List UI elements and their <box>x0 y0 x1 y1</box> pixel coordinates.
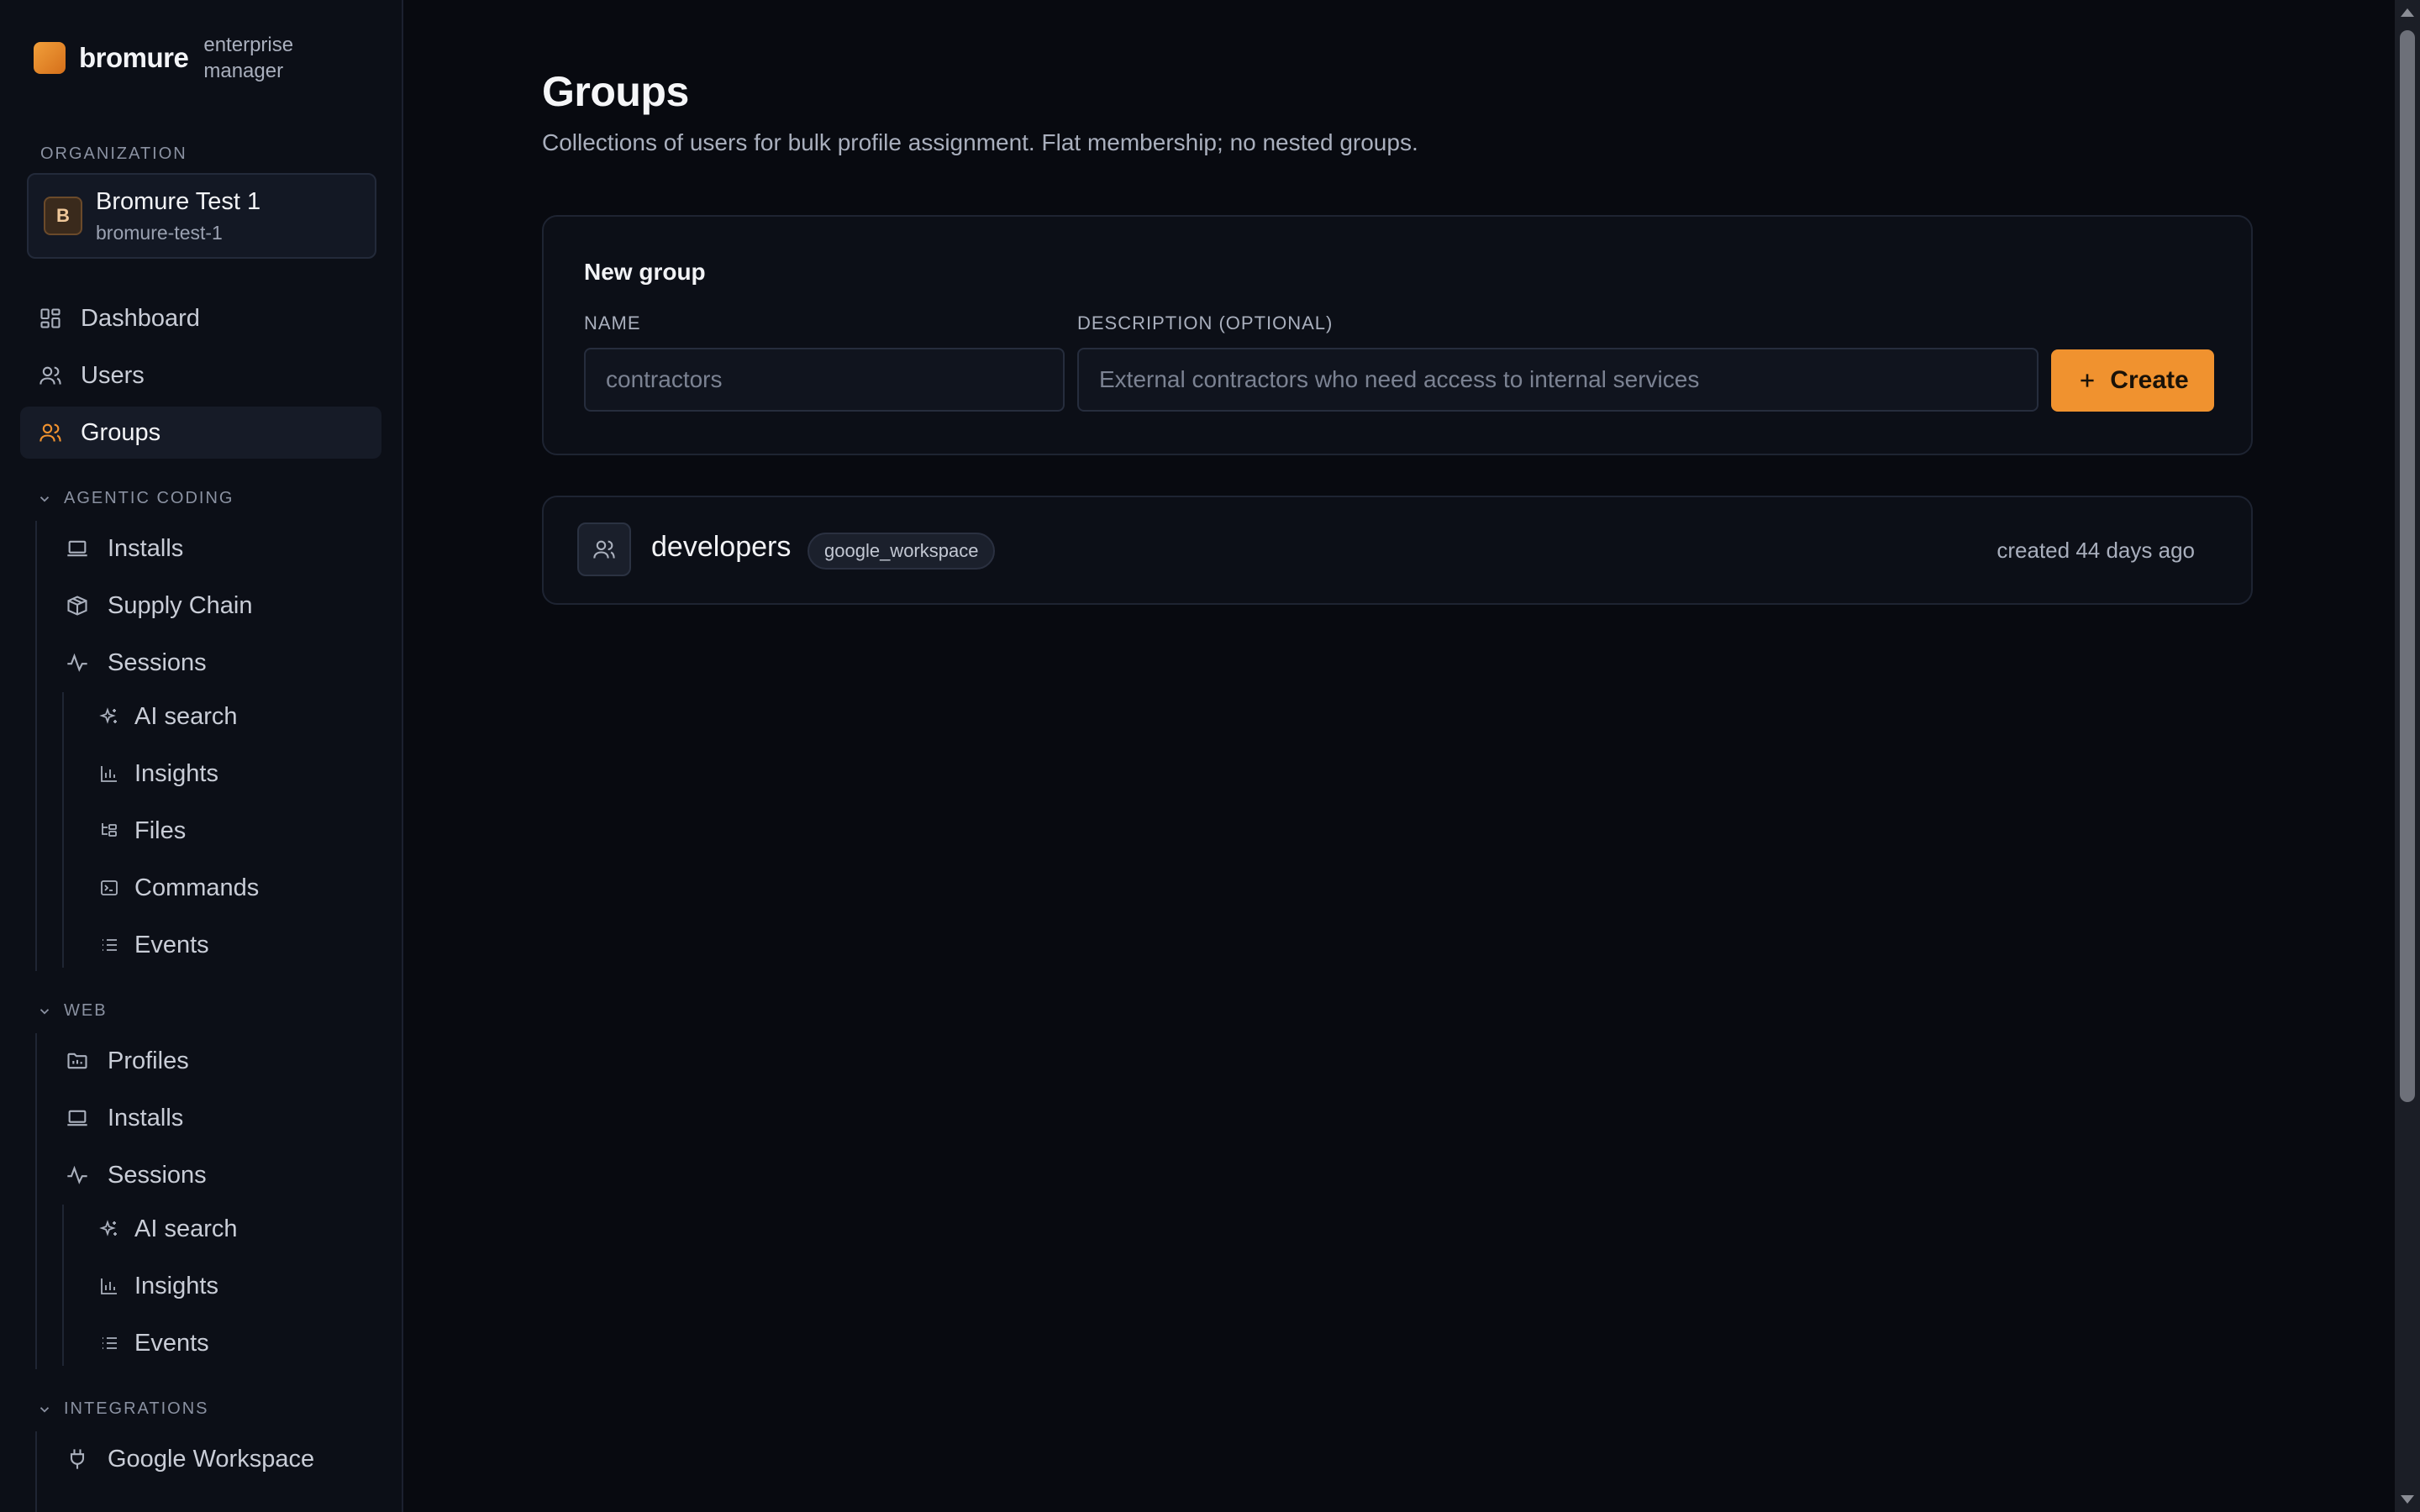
brand-subtitle: enterprise manager <box>203 34 294 82</box>
sidebar-item-label: Insights <box>134 1272 218 1299</box>
sidebar-item-agentic-ai-search[interactable]: AI search <box>99 690 376 743</box>
organization-avatar: B <box>44 197 82 235</box>
page-subtitle: Collections of users for bulk profile as… <box>542 129 1418 155</box>
sidebar-item-agentic-insights[interactable]: Insights <box>99 748 376 800</box>
sidebar-item-web-sessions[interactable]: Sessions <box>66 1149 376 1201</box>
subsection-divider <box>62 692 64 968</box>
section-divider <box>35 1431 37 1512</box>
sidebar-item-label: Groups <box>81 418 161 446</box>
sidebar-item-label: Insights <box>134 759 218 787</box>
integrations-section-toggle[interactable]: INTEGRATIONS <box>37 1399 209 1419</box>
description-label: DESCRIPTION (OPTIONAL) <box>1077 312 1334 333</box>
sidebar-item-google-workspace[interactable]: Google Workspace <box>66 1433 376 1485</box>
section-label: WEB <box>64 1001 108 1020</box>
list-icon <box>99 935 119 955</box>
sidebar-item-supply-chain[interactable]: Supply Chain <box>66 580 376 632</box>
section-divider <box>35 1033 37 1369</box>
activity-icon <box>66 651 89 675</box>
sidebar-item-label: Supply Chain <box>108 591 253 619</box>
activity-icon <box>66 1163 89 1187</box>
page-title: Groups <box>542 68 689 115</box>
sidebar-item-web-profiles[interactable]: Profiles <box>66 1035 376 1087</box>
section-label: INTEGRATIONS <box>64 1399 209 1418</box>
agentic-coding-section-toggle[interactable]: AGENTIC CODING <box>37 489 234 508</box>
terminal-icon <box>99 878 119 898</box>
sidebar-item-web-events[interactable]: Events <box>99 1317 376 1369</box>
sidebar-item-groups[interactable]: Groups <box>20 407 381 459</box>
dashboard-icon <box>39 307 62 330</box>
sidebar-item-label: Sessions <box>108 1161 207 1189</box>
sidebar: bromure enterprise manager ORGANIZATION … <box>0 0 403 1512</box>
organization-name: Bromure Test 1 <box>96 188 261 215</box>
folder-icon <box>66 1049 89 1073</box>
group-name-input[interactable] <box>584 348 1065 412</box>
chevron-down-icon <box>39 496 50 502</box>
scroll-up-icon[interactable] <box>2401 8 2414 17</box>
new-group-card: New group <box>542 215 2253 455</box>
sidebar-item-label: Dashboard <box>81 304 200 332</box>
plus-icon <box>2081 374 2094 387</box>
sidebar-item-label: Events <box>134 931 209 958</box>
brand[interactable]: bromure enterprise manager <box>34 32 304 84</box>
new-group-title: New group <box>584 259 706 285</box>
name-label: NAME <box>584 312 641 333</box>
chevron-down-icon <box>39 1406 50 1413</box>
group-source-badge: google_workspace <box>808 533 996 570</box>
organization-slug: bromure-test-1 <box>96 222 223 244</box>
list-icon <box>99 1333 119 1353</box>
package-icon <box>66 594 89 617</box>
sidebar-item-web-ai-search[interactable]: AI search <box>99 1203 376 1255</box>
sparkles-icon <box>99 706 119 727</box>
folder-tree-icon <box>99 821 119 841</box>
sidebar-item-users[interactable]: Users <box>20 349 381 402</box>
brand-logo-icon <box>34 42 66 74</box>
section-label: AGENTIC CODING <box>64 489 234 507</box>
sidebar-item-agentic-files[interactable]: Files <box>99 805 376 857</box>
plug-icon <box>66 1447 89 1471</box>
sidebar-item-web-installs[interactable]: Installs <box>66 1092 376 1144</box>
group-name[interactable]: developers <box>651 531 791 564</box>
sidebar-item-label: Profiles <box>108 1047 189 1074</box>
laptop-icon <box>66 537 89 560</box>
laptop-icon <box>66 1106 89 1130</box>
sidebar-item-label: Files <box>134 816 187 844</box>
subsection-divider <box>62 1205 64 1366</box>
sidebar-item-agentic-sessions[interactable]: Sessions <box>66 637 376 689</box>
sparkles-icon <box>99 1219 119 1239</box>
create-button-label: Create <box>2110 366 2189 394</box>
organization-switcher[interactable]: B Bromure Test 1 bromure-test-1 <box>27 173 376 259</box>
groups-icon <box>39 421 62 444</box>
sidebar-item-label: Events <box>134 1329 209 1357</box>
sidebar-item-web-insights[interactable]: Insights <box>99 1260 376 1312</box>
bar-chart-icon <box>99 1276 119 1296</box>
sidebar-item-label: Installs <box>108 534 184 562</box>
main-content: Groups Collections of users for bulk pro… <box>403 0 2395 1512</box>
scroll-thumb[interactable] <box>2400 30 2415 1102</box>
group-icon <box>577 522 631 576</box>
sidebar-item-agentic-events[interactable]: Events <box>99 919 376 971</box>
sidebar-item-label: Google Workspace <box>108 1445 315 1473</box>
sidebar-item-label: Sessions <box>108 648 207 676</box>
sidebar-item-agentic-commands[interactable]: Commands <box>99 862 376 914</box>
organization-label: ORGANIZATION <box>40 144 187 163</box>
group-created-date: created 44 days ago <box>1996 538 2195 563</box>
brand-name: bromure <box>79 42 189 73</box>
sidebar-item-label: AI search <box>134 702 238 730</box>
sidebar-item-dashboard[interactable]: Dashboard <box>20 292 381 344</box>
scroll-down-icon[interactable] <box>2401 1495 2414 1504</box>
sidebar-item-label: Installs <box>108 1104 184 1131</box>
group-description-input[interactable] <box>1077 348 2039 412</box>
section-divider <box>35 521 37 971</box>
web-section-toggle[interactable]: WEB <box>37 1001 108 1021</box>
sidebar-item-label: Users <box>81 361 145 389</box>
create-button[interactable]: Create <box>2051 349 2214 412</box>
page-scrollbar[interactable] <box>2395 0 2420 1512</box>
sidebar-item-label: AI search <box>134 1215 238 1242</box>
bar-chart-icon <box>99 764 119 784</box>
sidebar-item-label: Commands <box>134 874 260 901</box>
users-icon <box>39 364 62 387</box>
chevron-down-icon <box>39 1008 50 1015</box>
sidebar-item-agentic-installs[interactable]: Installs <box>66 522 376 575</box>
